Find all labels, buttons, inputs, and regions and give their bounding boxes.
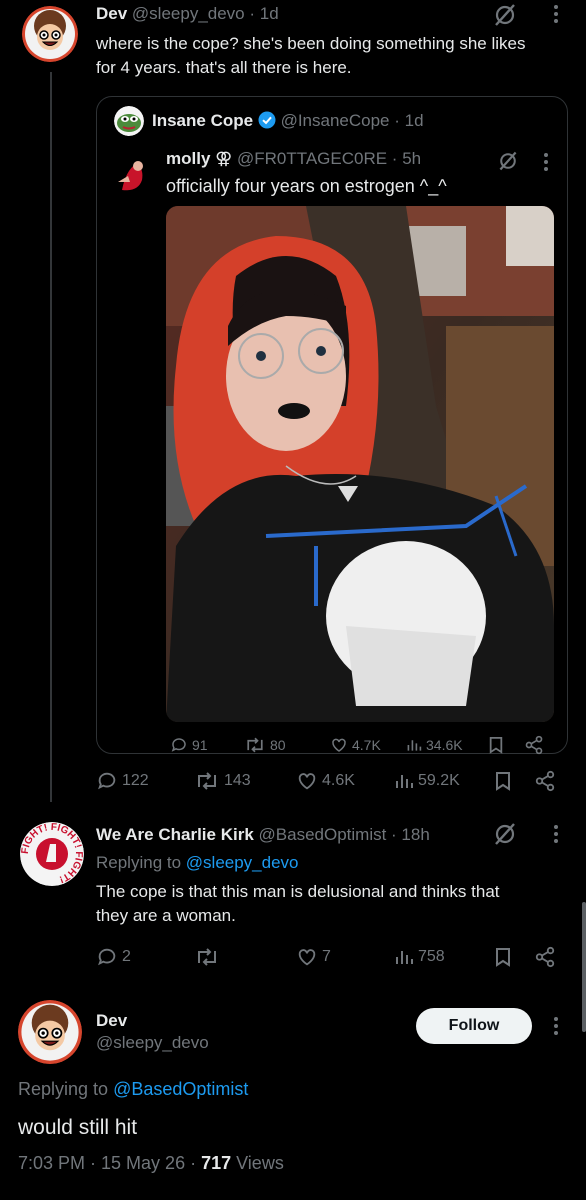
author-handle[interactable]: @BasedOptimist · 18h xyxy=(259,825,430,844)
views-label: Views xyxy=(231,1153,284,1173)
quote-like-button[interactable]: 4.7K xyxy=(330,730,381,760)
share-icon xyxy=(535,946,555,968)
bookmark-button[interactable] xyxy=(494,942,512,972)
avatar-dev[interactable] xyxy=(22,6,78,62)
quote-bookmark-button[interactable] xyxy=(488,730,504,760)
nested-author-name[interactable]: molly xyxy=(166,149,210,168)
like-button[interactable]: 4.6K xyxy=(296,766,355,796)
like-icon xyxy=(332,738,346,752)
follow-button[interactable]: Follow xyxy=(416,1008,532,1044)
more-icon[interactable] xyxy=(536,152,556,172)
views-button[interactable]: 758 xyxy=(394,942,445,972)
views-button[interactable]: 59.2K xyxy=(394,766,460,796)
like-count: 4.6K xyxy=(322,772,355,789)
repost-button[interactable]: 143 xyxy=(194,766,251,796)
quote-author-handle[interactable]: @InsaneCope · 1d xyxy=(281,111,424,130)
views-count: 717 xyxy=(201,1153,232,1173)
post-text-line: for 4 years. that's all there is here. xyxy=(96,58,352,77)
author-handle[interactable]: @sleepy_devo · 1d xyxy=(132,4,279,23)
post-text-line: they are a woman. xyxy=(96,906,236,925)
repost-count: 80 xyxy=(270,737,286,753)
replying-to-link[interactable]: @BasedOptimist xyxy=(113,1079,248,1099)
post-text-line: where is the cope? she's been doing some… xyxy=(96,34,526,53)
repost-icon xyxy=(247,737,263,753)
quote-share-button[interactable] xyxy=(524,730,544,760)
post-photo[interactable] xyxy=(166,206,554,722)
share-button[interactable] xyxy=(534,942,556,972)
bookmark-icon xyxy=(496,772,510,791)
views-count: 758 xyxy=(418,948,445,965)
nested-author-handle[interactable]: @FR0TTAGEC0RE · 5h xyxy=(237,149,421,168)
more-icon[interactable] xyxy=(546,824,566,844)
more-icon[interactable] xyxy=(546,4,566,24)
author-name[interactable]: We Are Charlie Kirk xyxy=(96,825,254,844)
avatar-charlie-kirk[interactable]: FIGHT! FIGHT! FIGHT! xyxy=(20,822,84,886)
replying-to-label: Replying to xyxy=(18,1079,114,1099)
pronoun-symbol: ⚢ xyxy=(215,149,233,168)
nested-post-text: officially four years on estrogen ^_^ xyxy=(166,176,447,196)
views-count: 34.6K xyxy=(426,737,463,753)
reply-icon xyxy=(98,948,116,966)
views-icon xyxy=(407,740,422,751)
share-icon xyxy=(525,735,543,755)
like-count: 7 xyxy=(322,948,331,965)
quote-views-button[interactable]: 34.6K xyxy=(406,730,463,760)
reply-icon xyxy=(98,772,116,790)
like-icon xyxy=(298,949,316,966)
like-icon xyxy=(298,773,316,790)
quote-repost-button[interactable]: 80 xyxy=(244,730,286,760)
repost-icon xyxy=(198,948,216,966)
grok-icon[interactable] xyxy=(492,821,518,847)
quote-author-name[interactable]: Insane Cope xyxy=(152,111,253,130)
reply-count: 91 xyxy=(192,737,208,753)
avatar-molly[interactable] xyxy=(108,152,156,200)
repost-count: 143 xyxy=(224,772,251,789)
repost-button[interactable] xyxy=(194,942,224,972)
scrollbar[interactable] xyxy=(582,902,586,1032)
like-count: 4.7K xyxy=(352,737,381,753)
avatar-insane-cope[interactable] xyxy=(114,106,144,136)
reply-count: 122 xyxy=(122,772,149,789)
grok-icon[interactable] xyxy=(492,2,518,28)
reply-button[interactable]: 122 xyxy=(96,766,149,796)
reply-count: 2 xyxy=(122,948,131,965)
share-button[interactable] xyxy=(534,766,556,796)
post-text: would still hit xyxy=(18,1116,138,1139)
verified-icon xyxy=(258,111,276,129)
repost-icon xyxy=(198,772,216,790)
bookmark-icon xyxy=(496,948,510,967)
reply-icon xyxy=(171,738,186,752)
grok-icon[interactable] xyxy=(497,150,519,172)
post-timestamp[interactable]: 7:03 PM · 15 May 26 · xyxy=(18,1153,201,1173)
views-icon xyxy=(396,775,413,788)
author-handle[interactable]: @sleepy_devo xyxy=(96,1033,209,1052)
bookmark-button[interactable] xyxy=(494,766,512,796)
quote-reply-button[interactable]: 91 xyxy=(170,730,208,760)
bookmark-icon xyxy=(489,737,503,754)
more-icon[interactable] xyxy=(546,1016,566,1036)
author-name[interactable]: Dev xyxy=(96,4,127,23)
views-icon xyxy=(396,951,413,964)
replying-to-link[interactable]: @sleepy_devo xyxy=(186,853,299,872)
reply-button[interactable]: 2 xyxy=(96,942,131,972)
views-count: 59.2K xyxy=(418,772,460,789)
avatar-dev[interactable] xyxy=(18,1000,82,1064)
thread-connector-line xyxy=(50,72,52,802)
author-name[interactable]: Dev xyxy=(96,1011,127,1030)
like-button[interactable]: 7 xyxy=(296,942,331,972)
share-icon xyxy=(535,770,555,792)
post-text-line: The cope is that this man is delusional … xyxy=(96,882,500,901)
replying-to-label: Replying to xyxy=(96,853,186,872)
